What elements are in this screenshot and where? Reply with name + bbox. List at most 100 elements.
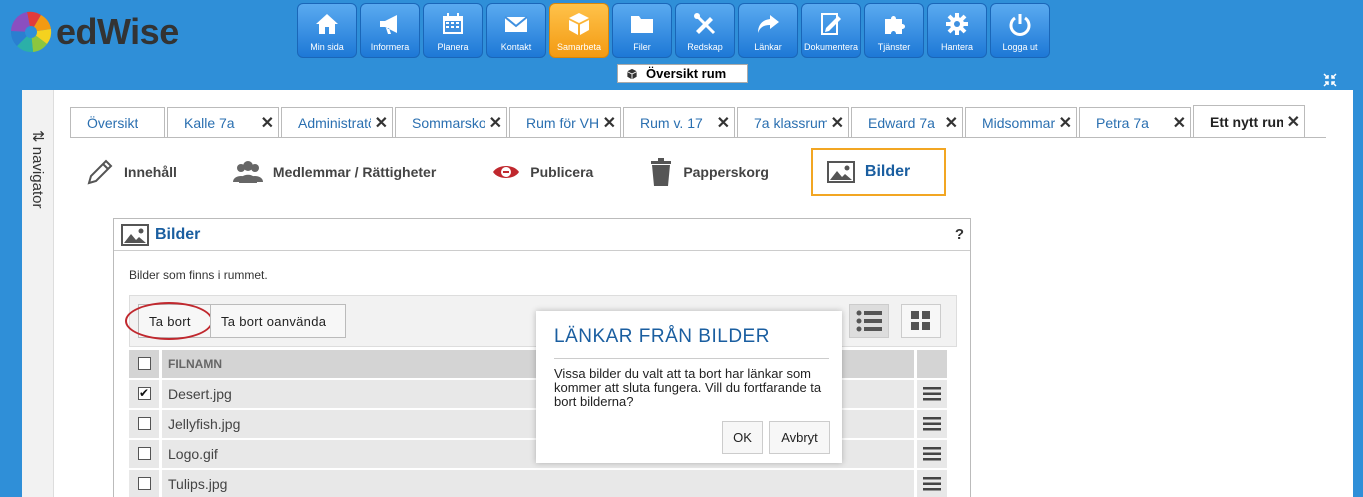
- nav-label: Kontakt: [500, 42, 532, 52]
- nav-label: Min sida: [310, 42, 344, 52]
- tab-ett-nytt-rum[interactable]: Ett nytt rum ✕: [1193, 105, 1305, 137]
- close-icon[interactable]: ✕: [1055, 113, 1072, 133]
- close-icon[interactable]: ✕: [1283, 112, 1300, 132]
- tab-kalle-7a[interactable]: Kalle 7a ✕: [167, 107, 279, 137]
- close-icon[interactable]: ✕: [257, 113, 274, 133]
- subnav-medlemmar[interactable]: Medlemmar / Rättigheter: [232, 148, 436, 196]
- close-icon[interactable]: ✕: [1169, 113, 1186, 133]
- select-all-checkbox[interactable]: [137, 357, 151, 370]
- nav-hantera[interactable]: Hantera: [927, 3, 987, 58]
- close-icon[interactable]: ✕: [713, 113, 730, 133]
- close-icon[interactable]: ✕: [599, 113, 616, 133]
- room-label-text: Översikt rum: [646, 66, 727, 81]
- tab-sommarskol[interactable]: Sommarskol ✕: [395, 107, 507, 137]
- hamburger-menu-icon[interactable]: [923, 476, 941, 491]
- close-icon[interactable]: ✕: [941, 113, 958, 133]
- select-all-cell: [129, 349, 159, 378]
- close-icon[interactable]: ✕: [485, 113, 502, 133]
- dialog-title: LÄNKAR FRÅN BILDER: [554, 326, 770, 347]
- images-panel-title: Bilder: [155, 225, 201, 243]
- images-description: Bilder som finns i rummet.: [129, 268, 268, 282]
- row-checkbox[interactable]: [137, 477, 151, 490]
- checkbox-cell: [129, 469, 159, 497]
- image-icon: [121, 223, 149, 246]
- nav-min-sida[interactable]: Min sida: [297, 3, 357, 58]
- checkbox-cell: [129, 439, 159, 468]
- list-view-button[interactable]: [849, 304, 889, 338]
- subnav-label: Papperskorg: [683, 164, 769, 180]
- ok-label: OK: [733, 430, 752, 445]
- tab-petra-7a[interactable]: Petra 7a ✕: [1079, 107, 1191, 137]
- gear-icon: [946, 13, 968, 35]
- row-checkbox[interactable]: [137, 447, 151, 460]
- tab-label: Rum v. 17: [640, 114, 703, 131]
- nav-planera[interactable]: Planera: [423, 3, 483, 58]
- dialog-cancel-button[interactable]: Avbryt: [769, 421, 830, 454]
- subnav-innehall[interactable]: Innehåll: [86, 148, 177, 196]
- tab-label: Rum för VH: [526, 114, 599, 131]
- nav-kontakt[interactable]: Kontakt: [486, 3, 546, 58]
- nav-dokumentera[interactable]: Dokumentera: [801, 3, 861, 58]
- tab-midsommarf[interactable]: Midsommarf ✕: [965, 107, 1077, 137]
- subnav-papperskorg[interactable]: Papperskorg: [649, 148, 769, 196]
- tab-label: Midsommarf: [982, 114, 1055, 131]
- row-checkbox[interactable]: [137, 417, 151, 430]
- nav-label: Filer: [633, 42, 651, 52]
- file-name[interactable]: Tulips.jpg: [162, 469, 914, 497]
- nav-filer[interactable]: Filer: [612, 3, 672, 58]
- trash-icon: [651, 158, 672, 186]
- tools-icon: [694, 13, 716, 35]
- delete-button-label: Ta bort: [149, 313, 191, 329]
- nav-logga-ut[interactable]: Logga ut: [990, 3, 1050, 58]
- nav-label: Samarbeta: [556, 42, 602, 52]
- row-menu-cell: [917, 439, 947, 468]
- hamburger-menu-icon[interactable]: [923, 446, 941, 461]
- tab-label: 7a klassrum: [754, 114, 827, 131]
- row-menu-cell: [917, 409, 947, 438]
- hamburger-menu-icon[interactable]: [923, 416, 941, 431]
- tab-rum-v17[interactable]: Rum v. 17 ✕: [623, 107, 735, 137]
- row-checkbox[interactable]: ✔: [137, 387, 151, 400]
- help-icon[interactable]: ?: [955, 226, 964, 243]
- nav-redskap[interactable]: Redskap: [675, 3, 735, 58]
- home-icon: [316, 14, 338, 34]
- tab-oversikt[interactable]: Översikt: [70, 107, 165, 137]
- delete-button[interactable]: Ta bort: [138, 304, 216, 338]
- nav-informera[interactable]: Informera: [360, 3, 420, 58]
- image-icon: [826, 161, 855, 183]
- grid-view-button[interactable]: [901, 304, 941, 338]
- nav-label: Länkar: [754, 42, 782, 52]
- tab-administrato[interactable]: Administratö ✕: [281, 107, 393, 137]
- main-nav: Min sida Informera Planera Kontakt Samar…: [297, 3, 1050, 58]
- tab-rum-for-vh[interactable]: Rum för VH ✕: [509, 107, 621, 137]
- cancel-label: Avbryt: [781, 430, 818, 445]
- navigator-sidebar[interactable]: ⇅ navigator: [22, 90, 54, 497]
- subnav-publicera[interactable]: Publicera: [492, 148, 593, 196]
- table-row[interactable]: Tulips.jpg: [129, 469, 957, 497]
- dialog-ok-button[interactable]: OK: [722, 421, 763, 454]
- logo-text: edWise: [56, 11, 179, 52]
- document-edit-icon: [821, 13, 841, 35]
- checkbox-cell: ✔: [129, 379, 159, 408]
- close-icon[interactable]: ✕: [827, 113, 844, 133]
- nav-lankar[interactable]: Länkar: [738, 3, 798, 58]
- nav-label: Dokumentera: [803, 42, 859, 52]
- nav-label: Informera: [370, 42, 410, 52]
- pencil-icon: [87, 159, 113, 185]
- header-menu-cell: [917, 349, 947, 378]
- close-icon[interactable]: ✕: [371, 113, 388, 133]
- nav-tjanster[interactable]: Tjänster: [864, 3, 924, 58]
- room-overview-label[interactable]: Översikt rum: [617, 64, 748, 83]
- tab-7a-klassrum[interactable]: 7a klassrum ✕: [737, 107, 849, 137]
- row-menu-cell: [917, 379, 947, 408]
- delete-unused-button[interactable]: Ta bort oanvända: [210, 304, 346, 338]
- edwise-logo[interactable]: edWise: [8, 2, 179, 62]
- megaphone-icon: [380, 15, 397, 34]
- subnav-bilder[interactable]: Bilder: [810, 148, 947, 196]
- collapse-icon[interactable]: [1323, 73, 1337, 87]
- images-panel-header: Bilder ?: [114, 219, 970, 251]
- tab-edward-7a[interactable]: Edward 7a ✕: [851, 107, 963, 137]
- nav-samarbeta[interactable]: Samarbeta: [549, 3, 609, 58]
- delete-unused-label: Ta bort oanvända: [221, 313, 327, 329]
- hamburger-menu-icon[interactable]: [923, 386, 941, 401]
